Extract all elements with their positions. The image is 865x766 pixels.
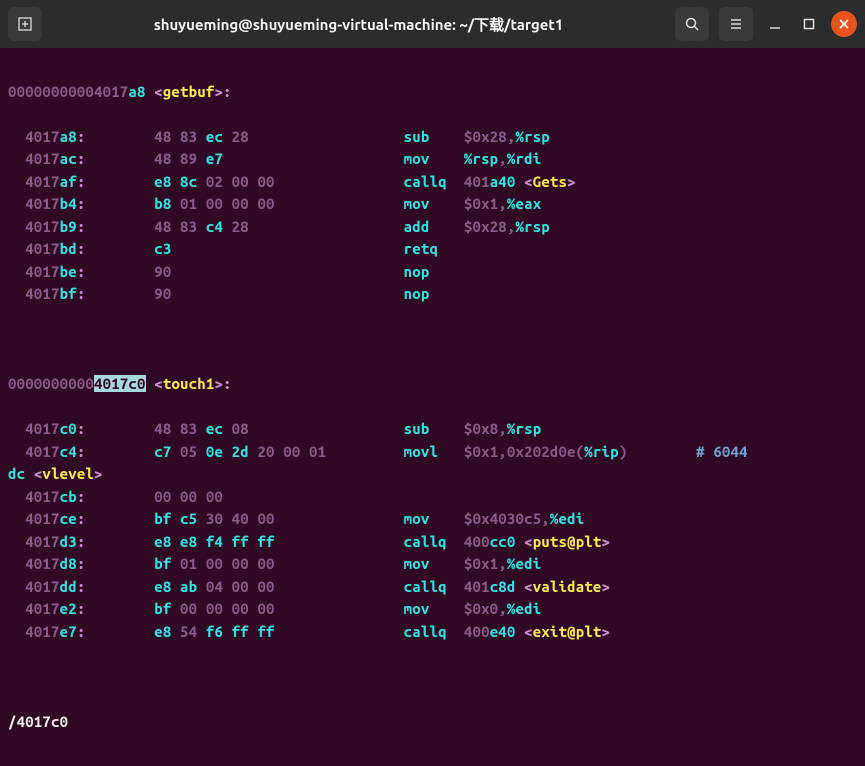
disasm-line: 4017dd: e8 ab 04 00 00 callq 401c8d <val…: [8, 576, 857, 599]
disasm-line: 4017ac: 48 89 e7 mov %rsp,%rdi: [8, 148, 857, 171]
disasm-line: dc <vlevel>: [8, 463, 857, 486]
disasm-line: 4017bf: 90 nop: [8, 283, 857, 306]
hamburger-icon: [728, 16, 744, 32]
menu-button[interactable]: [719, 7, 753, 41]
minimize-icon: [768, 17, 782, 31]
search-line[interactable]: /4017c0: [8, 711, 857, 734]
disasm-line: 4017b9: 48 83 c4 28 add $0x28,%rsp: [8, 216, 857, 239]
window-titlebar: shuyueming@shuyueming-virtual-machine: ~…: [0, 0, 865, 48]
disasm-line: 4017e2: bf 00 00 00 00 mov $0x0,%edi: [8, 598, 857, 621]
maximize-icon: [802, 17, 816, 31]
minimize-button[interactable]: [763, 12, 787, 36]
disasm-line: 4017e7: e8 54 f6 ff ff callq 400e40 <exi…: [8, 621, 857, 644]
search-icon: [684, 16, 700, 32]
disasm-line: 4017a8: 48 83 ec 28 sub $0x28,%rsp: [8, 126, 857, 149]
disasm-line: 4017d8: bf 01 00 00 00 mov $0x1,%edi: [8, 553, 857, 576]
disasm-line: 4017c4: c7 05 0e 2d 20 00 01 movl $0x1,0…: [8, 441, 857, 464]
disasm-line: 4017bd: c3 retq: [8, 238, 857, 261]
disasm-line: 4017b4: b8 01 00 00 00 mov $0x1,%eax: [8, 193, 857, 216]
close-icon: [838, 18, 850, 30]
disasm-header-getbuf: 00000000004017a8 <getbuf>:: [8, 81, 857, 104]
blank-line: [8, 328, 857, 351]
disasm-line: 4017ce: bf c5 30 40 00 mov $0x4030c5,%ed…: [8, 508, 857, 531]
disasm-line: 4017be: 90 nop: [8, 261, 857, 284]
new-tab-button[interactable]: [8, 7, 42, 41]
disasm-line: 4017cb: 00 00 00: [8, 486, 857, 509]
terminal-output[interactable]: 00000000004017a8 <getbuf>: 4017a8: 48 83…: [0, 48, 865, 766]
disasm-line: 4017c0: 48 83 ec 08 sub $0x8,%rsp: [8, 418, 857, 441]
disasm-line: 4017af: e8 8c 02 00 00 callq 401a40 <Get…: [8, 171, 857, 194]
window-title: shuyueming@shuyueming-virtual-machine: ~…: [50, 14, 667, 35]
blank-line: [8, 666, 857, 689]
maximize-button[interactable]: [797, 12, 821, 36]
close-button[interactable]: [831, 11, 857, 37]
new-tab-icon: [17, 16, 33, 32]
disasm-header-touch1: 00000000004017c0 <touch1>:: [8, 373, 857, 396]
disasm-line: 4017d3: e8 e8 f4 ff ff callq 400cc0 <put…: [8, 531, 857, 554]
search-match: 4017c0: [94, 375, 146, 392]
search-button[interactable]: [675, 7, 709, 41]
